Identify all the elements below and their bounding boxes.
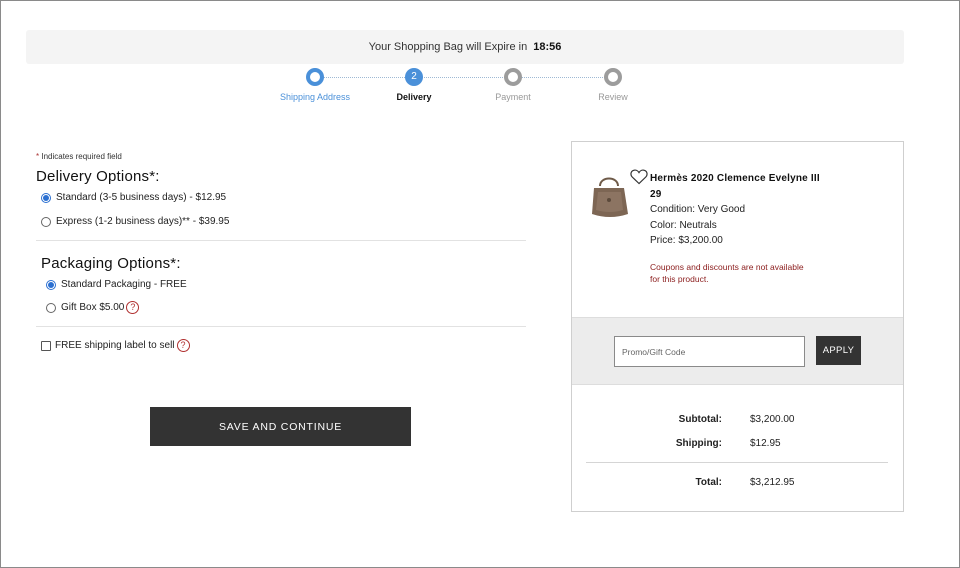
section-divider [36, 240, 526, 241]
coupon-notice: Coupons and discounts are not available … [650, 262, 804, 284]
order-summary: Hermès 2020 Clemence Evelyne III 29 Cond… [571, 141, 904, 512]
free-shipping-label-option[interactable]: FREE shipping label to sell ? [41, 339, 190, 352]
delivery-option-label: Express (1-2 business days)** - $39.95 [56, 216, 230, 227]
step-label: Payment [495, 92, 531, 102]
step-review: Review [563, 68, 663, 102]
required-note-text: Indicates required field [41, 152, 122, 161]
step-label: Review [598, 92, 628, 102]
apply-promo-button[interactable]: APPLY [816, 336, 861, 365]
required-star: * [36, 152, 40, 161]
step-complete-icon [306, 68, 324, 86]
promo-section: APPLY [572, 317, 903, 385]
product-price: Price: $3,200.00 [650, 235, 723, 246]
shipping-label: Shipping: [675, 438, 722, 449]
step-delivery: 2 Delivery [364, 68, 464, 102]
promo-code-input[interactable] [614, 336, 805, 367]
expire-banner: Your Shopping Bag will Expire in 18:56 [26, 30, 904, 64]
step-pending-icon [604, 68, 622, 86]
step-pending-icon [504, 68, 522, 86]
subtotal-label: Subtotal: [678, 414, 722, 425]
radio-selected[interactable] [46, 279, 56, 290]
step-label: Shipping Address [279, 92, 351, 102]
heart-icon[interactable] [630, 169, 648, 185]
total-value: $3,212.95 [750, 477, 795, 488]
free-shipping-label-checkbox[interactable] [41, 340, 51, 351]
product-condition: Condition: Very Good [650, 204, 746, 215]
checkout-stepper: Shipping Address 2 Delivery Payment Revi… [0, 68, 960, 108]
packaging-options-title: Packaging Options*: [41, 255, 181, 272]
product-image[interactable] [588, 172, 632, 220]
total-label: Total: [695, 477, 722, 488]
subtotal-value: $3,200.00 [750, 414, 795, 425]
delivery-option-express[interactable]: Express (1-2 business days)** - $39.95 [41, 216, 229, 227]
delivery-option-standard[interactable]: Standard (3-5 business days) - $12.95 [41, 192, 226, 203]
step-shipping-address[interactable]: Shipping Address [265, 68, 365, 102]
help-icon[interactable]: ? [126, 301, 140, 314]
radio-unselected[interactable] [41, 216, 51, 227]
radio-unselected[interactable] [46, 302, 56, 313]
section-divider [36, 326, 526, 327]
product-color: Color: Neutrals [650, 220, 717, 231]
packaging-option-label: Gift Box $5.00 [61, 302, 125, 313]
required-field-note: * Indicates required field [36, 152, 122, 161]
free-shipping-label-text: FREE shipping label to sell [55, 340, 175, 351]
product-name[interactable]: Hermès 2020 Clemence Evelyne III 29 [650, 171, 830, 203]
totals-divider [586, 462, 888, 463]
packaging-option-standard[interactable]: Standard Packaging - FREE [46, 279, 187, 290]
delivery-option-label: Standard (3-5 business days) - $12.95 [56, 192, 227, 203]
step-number-icon: 2 [405, 68, 423, 86]
radio-selected[interactable] [41, 192, 51, 203]
shipping-value: $12.95 [750, 438, 781, 449]
step-label: Delivery [396, 92, 432, 102]
step-payment: Payment [463, 68, 563, 102]
help-icon[interactable]: ? [176, 339, 190, 352]
packaging-option-gift-box[interactable]: Gift Box $5.00 ? [46, 301, 140, 314]
save-and-continue-button[interactable]: SAVE AND CONTINUE [150, 407, 411, 446]
packaging-option-label: Standard Packaging - FREE [61, 279, 187, 290]
expire-message: Your Shopping Bag will Expire in [368, 41, 528, 53]
expire-timer: 18:56 [533, 41, 562, 53]
delivery-options-title: Delivery Options*: [36, 168, 160, 185]
